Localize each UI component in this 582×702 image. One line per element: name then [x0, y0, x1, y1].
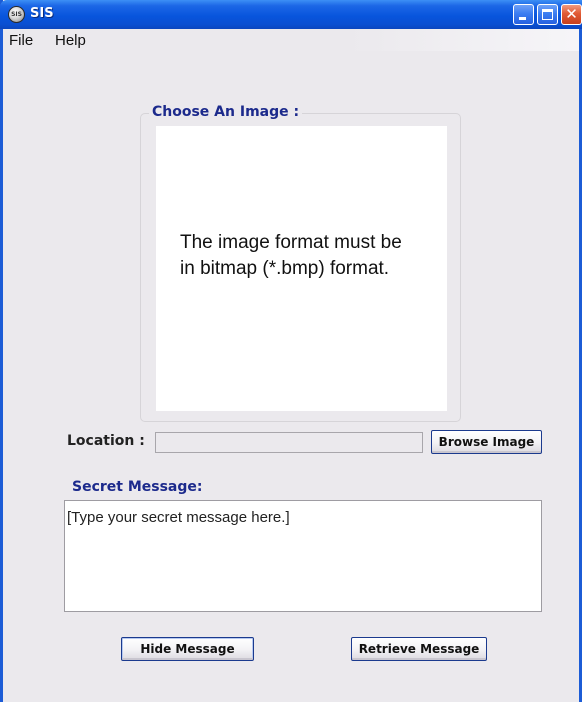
browse-image-button[interactable]: Browse Image	[431, 430, 542, 454]
close-button[interactable]: ✕	[561, 4, 582, 25]
maximize-button[interactable]	[537, 4, 558, 25]
title-bar[interactable]: SIS SIS ✕	[0, 0, 582, 29]
app-logo-icon: SIS	[8, 6, 25, 23]
hide-message-button[interactable]: Hide Message	[121, 637, 254, 661]
app-window: SIS SIS ✕ File Help Choose An Image : Th…	[0, 0, 582, 702]
minimize-icon	[519, 17, 526, 20]
location-label: Location :	[67, 433, 145, 449]
menu-help[interactable]: Help	[55, 32, 86, 49]
secret-message-label: Secret Message:	[72, 479, 203, 495]
image-format-note: The image format must be in bitmap (*.bm…	[180, 232, 402, 279]
image-preview-panel[interactable]: The image format must be in bitmap (*.bm…	[156, 126, 447, 411]
menu-file[interactable]: File	[9, 32, 33, 49]
window-title: SIS	[30, 6, 54, 21]
maximize-icon	[542, 9, 553, 20]
retrieve-message-button[interactable]: Retrieve Message	[351, 637, 487, 661]
minimize-button[interactable]	[513, 4, 534, 25]
close-icon: ✕	[565, 5, 578, 23]
location-field[interactable]	[155, 432, 423, 453]
image-group-title: Choose An Image :	[149, 104, 303, 120]
secret-message-textarea[interactable]: [Type your secret message here.]	[64, 500, 542, 612]
menu-bar: File Help	[3, 29, 579, 51]
